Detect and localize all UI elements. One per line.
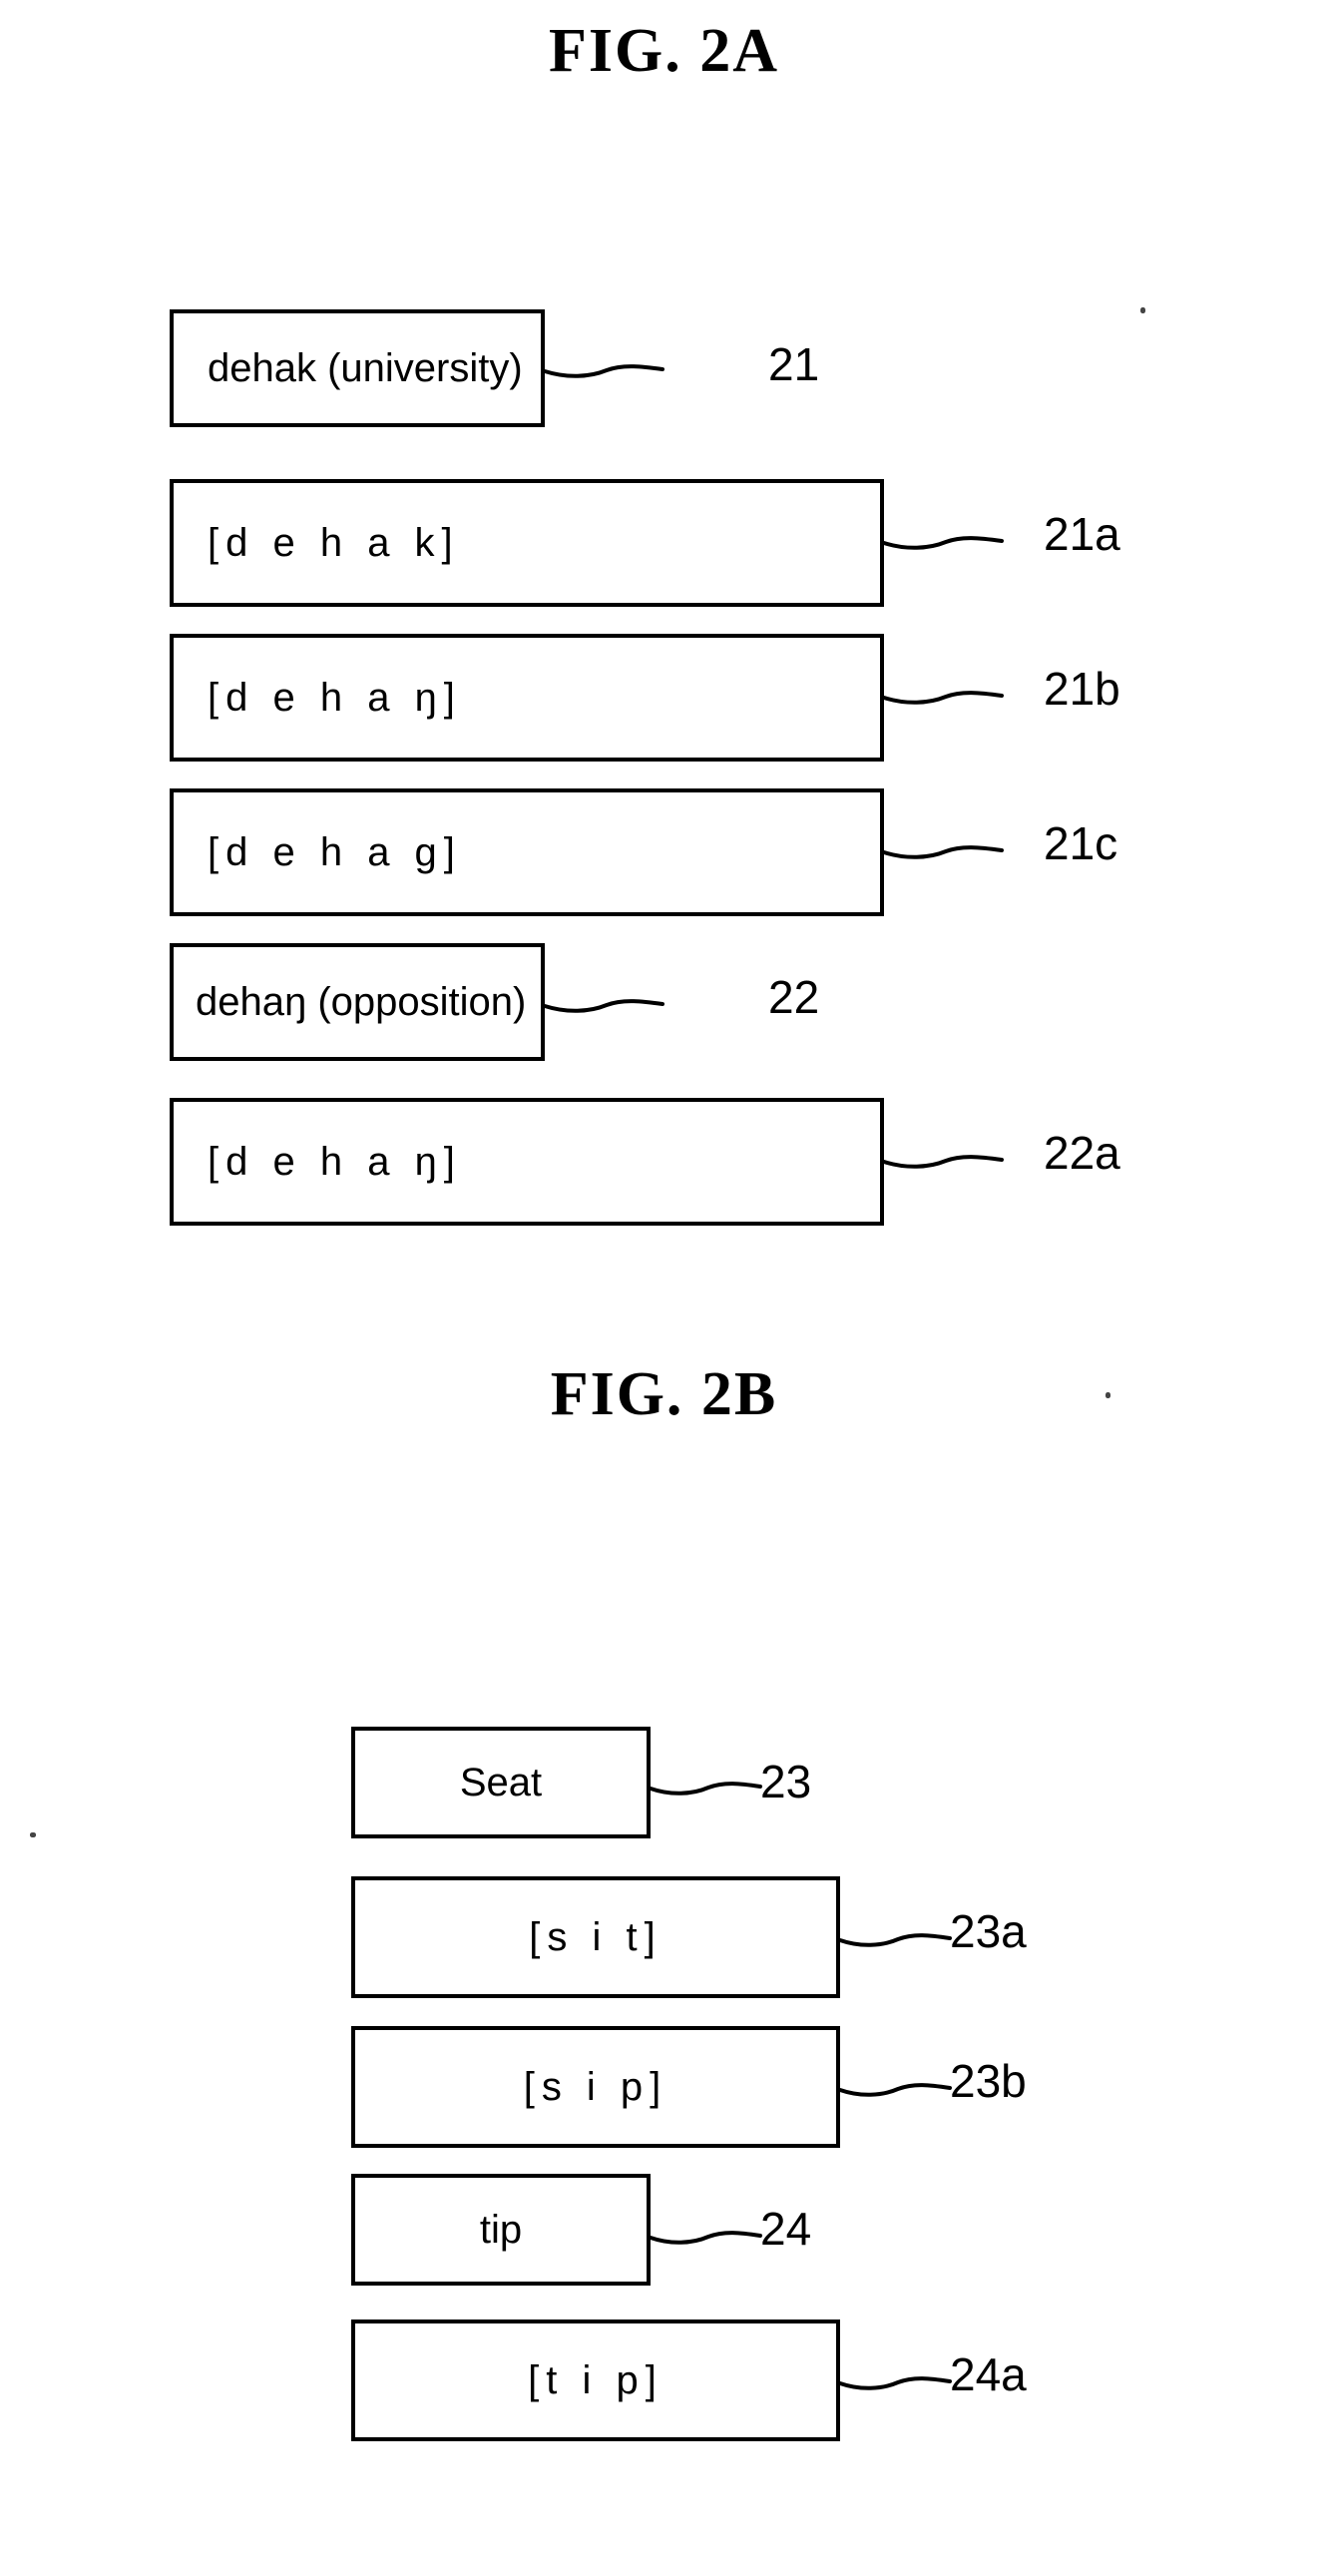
leader-line-21a: [882, 507, 1014, 567]
leader-line-22: [543, 970, 674, 1030]
ref-numeral-22a: 22a: [1044, 1127, 1120, 1179]
box-23: Seat: [351, 1727, 651, 1838]
leader-line-21: [543, 337, 674, 397]
ref-numeral-23b: 23b: [950, 2055, 1027, 2107]
leader-line-24a: [838, 2347, 960, 2407]
box-22a: [d e h a ŋ]: [170, 1098, 884, 1226]
leader-line-21c: [882, 816, 1014, 876]
scan-speckle: [1106, 1392, 1110, 1398]
scan-speckle: [30, 1832, 36, 1837]
box-21b: [d e h a ŋ]: [170, 634, 884, 762]
ref-numeral-21a: 21a: [1044, 508, 1120, 560]
scan-speckle: [1140, 307, 1145, 313]
leader-line-24: [649, 2202, 770, 2262]
box-22a-label: [d e h a ŋ]: [208, 1140, 462, 1184]
box-23a-label: [s i t]: [529, 1915, 663, 1959]
figure-2a-title: FIG. 2A: [549, 17, 779, 85]
box-24a-label: [t i p]: [528, 2358, 664, 2402]
ref-numeral-24a: 24a: [950, 2348, 1027, 2400]
box-23-label: Seat: [459, 1761, 543, 1804]
box-23b: [s i p]: [351, 2026, 840, 2148]
box-24: tip: [351, 2174, 651, 2286]
leader-line-23a: [838, 1904, 960, 1964]
box-21-label: dehak (university): [208, 346, 523, 390]
ref-numeral-22: 22: [768, 971, 820, 1023]
box-21: dehak (university): [170, 309, 545, 427]
box-21c-label: [d e h a g]: [208, 830, 462, 874]
box-21c: [d e h a g]: [170, 788, 884, 916]
ref-numeral-21: 21: [768, 338, 820, 390]
ref-numeral-21b: 21b: [1044, 663, 1120, 715]
ref-numeral-23: 23: [760, 1756, 812, 1807]
figure-2b-title: FIG. 2B: [550, 1360, 778, 1428]
box-21a-label: [d e h a k]: [208, 521, 460, 565]
box-24a: [t i p]: [351, 2319, 840, 2441]
leader-line-21b: [882, 662, 1014, 722]
box-23a: [s i t]: [351, 1876, 840, 1998]
leader-line-22a: [882, 1126, 1014, 1186]
box-21b-label: [d e h a ŋ]: [208, 676, 462, 720]
box-21a: [d e h a k]: [170, 479, 884, 607]
box-22-label: dehaŋ (opposition): [196, 980, 527, 1024]
ref-numeral-24: 24: [760, 2203, 812, 2255]
box-22: dehaŋ (opposition): [170, 943, 545, 1061]
box-24-label: tip: [479, 2208, 523, 2252]
ref-numeral-23a: 23a: [950, 1905, 1027, 1957]
leader-line-23: [649, 1755, 770, 1814]
box-23b-label: [s i p]: [523, 2065, 668, 2109]
leader-line-23b: [838, 2054, 960, 2114]
ref-numeral-21c: 21c: [1044, 817, 1118, 869]
patent-figure-sheet: FIG. 2A dehak (university) 21 [d e h a k…: [0, 0, 1328, 2576]
